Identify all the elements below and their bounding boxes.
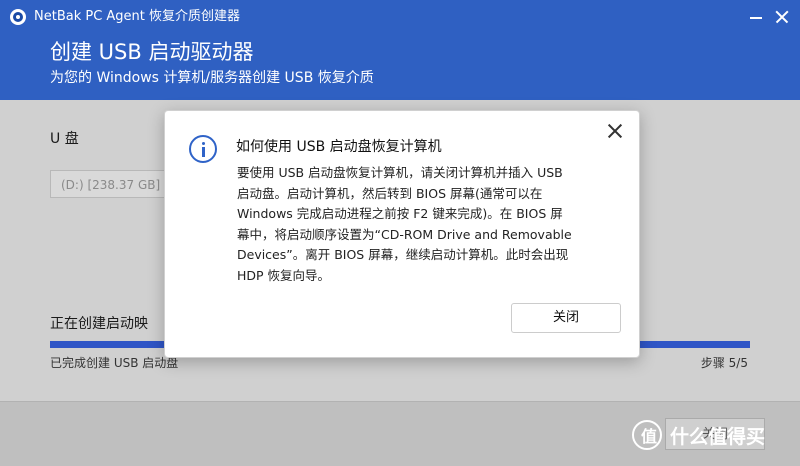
dialog-title: 如何使用 USB 启动盘恢复计算机 <box>236 139 442 155</box>
app-logo-icon <box>10 9 26 25</box>
dialog-close-icon[interactable] <box>605 121 625 141</box>
header: NetBak PC Agent 恢复介质创建器 创建 USB 启动驱动器 为您的… <box>0 0 800 100</box>
dialog-body-line: 幕中，将启动顺序设置为“CD-ROM Drive and Removable <box>237 226 572 242</box>
minimize-icon <box>750 17 762 19</box>
dialog-body: 要使用 USB 启动盘恢复计算机，请关闭计算机并插入 USB 启动盘。启动计算机… <box>237 163 617 286</box>
watermark-text: 什么值得买 <box>670 426 766 448</box>
watermark: 值 什么值得买 <box>632 420 792 456</box>
drive-select[interactable]: (D:) [238.37 GB] <box>50 170 168 198</box>
app-window: NetBak PC Agent 恢复介质创建器 创建 USB 启动驱动器 为您的… <box>0 0 800 466</box>
page-heading: 创建 USB 启动驱动器 <box>50 40 254 64</box>
dialog-body-line: Windows 完成启动进程之前按 F2 键来完成)。在 BIOS 屏 <box>237 206 563 221</box>
title-bar: NetBak PC Agent 恢复介质创建器 <box>0 0 800 34</box>
dialog-close-button[interactable]: 关闭 <box>511 303 621 333</box>
dialog-body-line: 启动盘。启动计算机，然后转到 BIOS 屏幕(通常可以在 <box>237 185 543 201</box>
progress-label: 正在创建启动映 <box>50 316 148 332</box>
dialog-body-line: 要使用 USB 启动盘恢复计算机，请关闭计算机并插入 USB <box>237 165 563 180</box>
status-text: 已完成创建 USB 启动盘 <box>50 356 179 370</box>
dialog-body-line: Devices”。离开 BIOS 屏幕，继续启动计算机。此时会出现 <box>237 247 569 262</box>
watermark-logo-icon: 值 <box>632 420 662 450</box>
dialog-body-line: HDP 恢复向导。 <box>237 267 331 283</box>
window-title: NetBak PC Agent 恢复介质创建器 <box>34 9 241 24</box>
page-subheading: 为您的 Windows 计算机/服务器创建 USB 恢复介质 <box>50 70 374 86</box>
info-icon <box>189 135 217 163</box>
step-counter: 步骤 5/5 <box>700 356 748 370</box>
help-dialog: 如何使用 USB 启动盘恢复计算机 要使用 USB 启动盘恢复计算机，请关闭计算… <box>164 110 640 358</box>
window-close-button[interactable] <box>770 6 794 28</box>
drive-label: U 盘 <box>50 131 79 147</box>
minimize-button[interactable] <box>744 6 768 28</box>
